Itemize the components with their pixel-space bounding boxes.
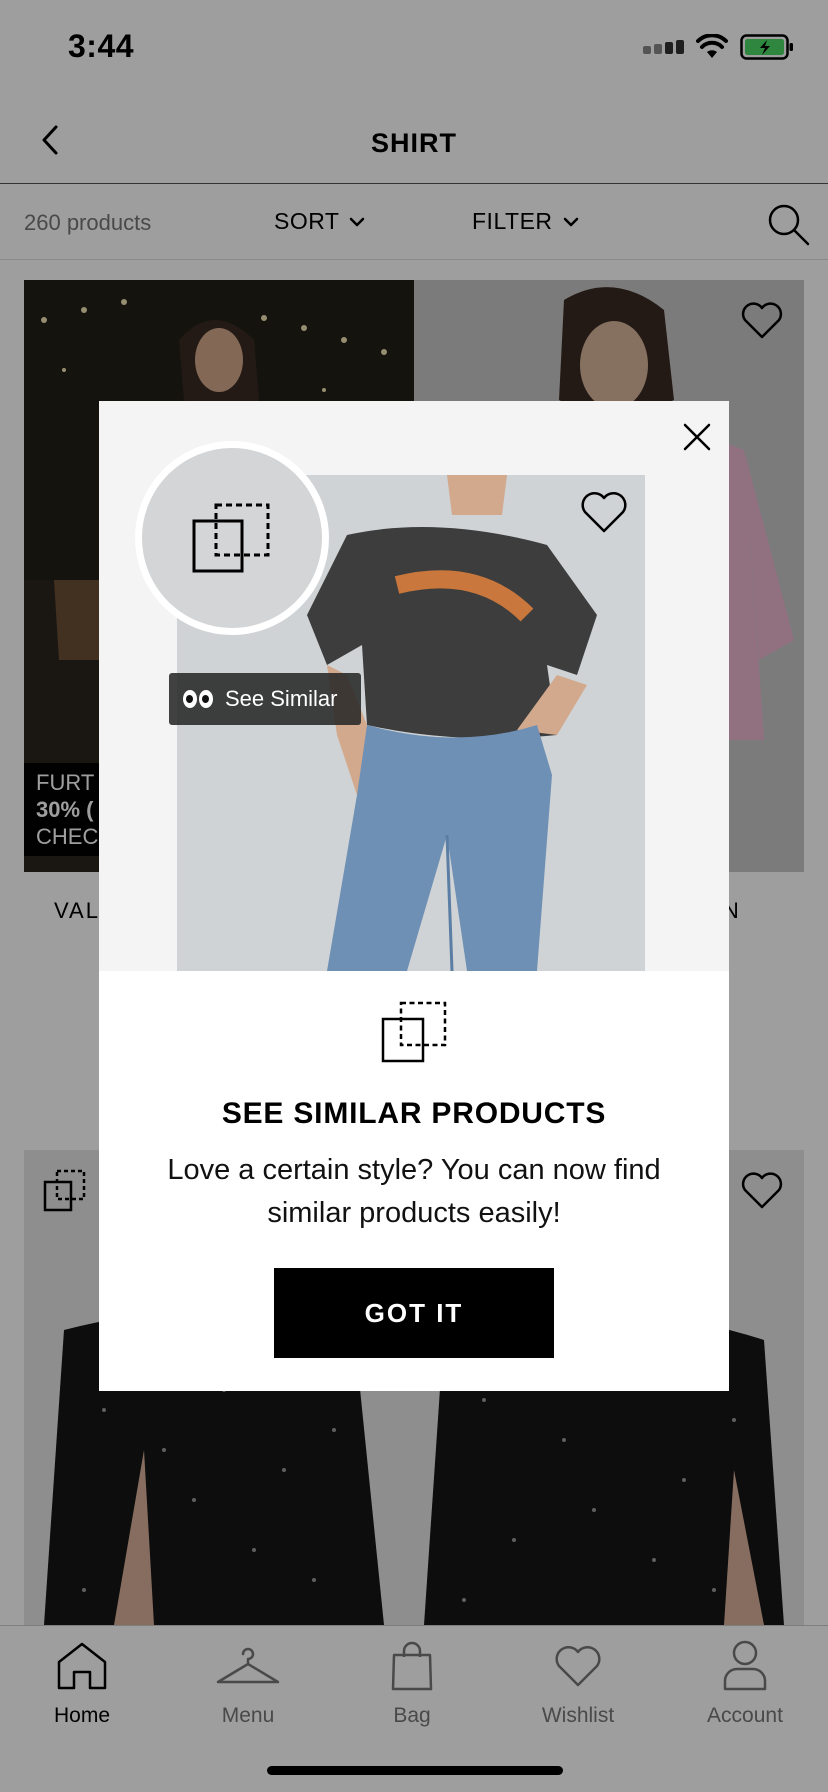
- see-similar-label: See Similar: [225, 686, 338, 711]
- see-similar-highlight: [135, 441, 329, 635]
- home-indicator: [267, 1766, 563, 1775]
- eyes-icon: [183, 690, 213, 708]
- modal-heading: SEE SIMILAR PRODUCTS: [221, 1097, 607, 1130]
- got-it-button[interactable]: GOT IT: [274, 1268, 554, 1358]
- see-similar-modal: See Similar SEE SIMILAR PRODUCTS Love a …: [99, 401, 729, 1391]
- close-icon: [683, 423, 711, 451]
- wishlist-button[interactable]: [579, 489, 629, 535]
- close-button[interactable]: [675, 415, 719, 459]
- modal-description: Love a certain style? You can now find s…: [167, 1154, 661, 1229]
- similar-icon: [192, 503, 270, 573]
- product-listing-screen: 3:44 SHIRT 260 products SORT FILTER FURT…: [0, 0, 828, 1792]
- see-similar-tag: See Similar: [169, 673, 361, 725]
- heart-icon: [581, 491, 627, 533]
- modal-illustration: See Similar: [99, 401, 729, 971]
- similar-icon: [381, 1001, 447, 1063]
